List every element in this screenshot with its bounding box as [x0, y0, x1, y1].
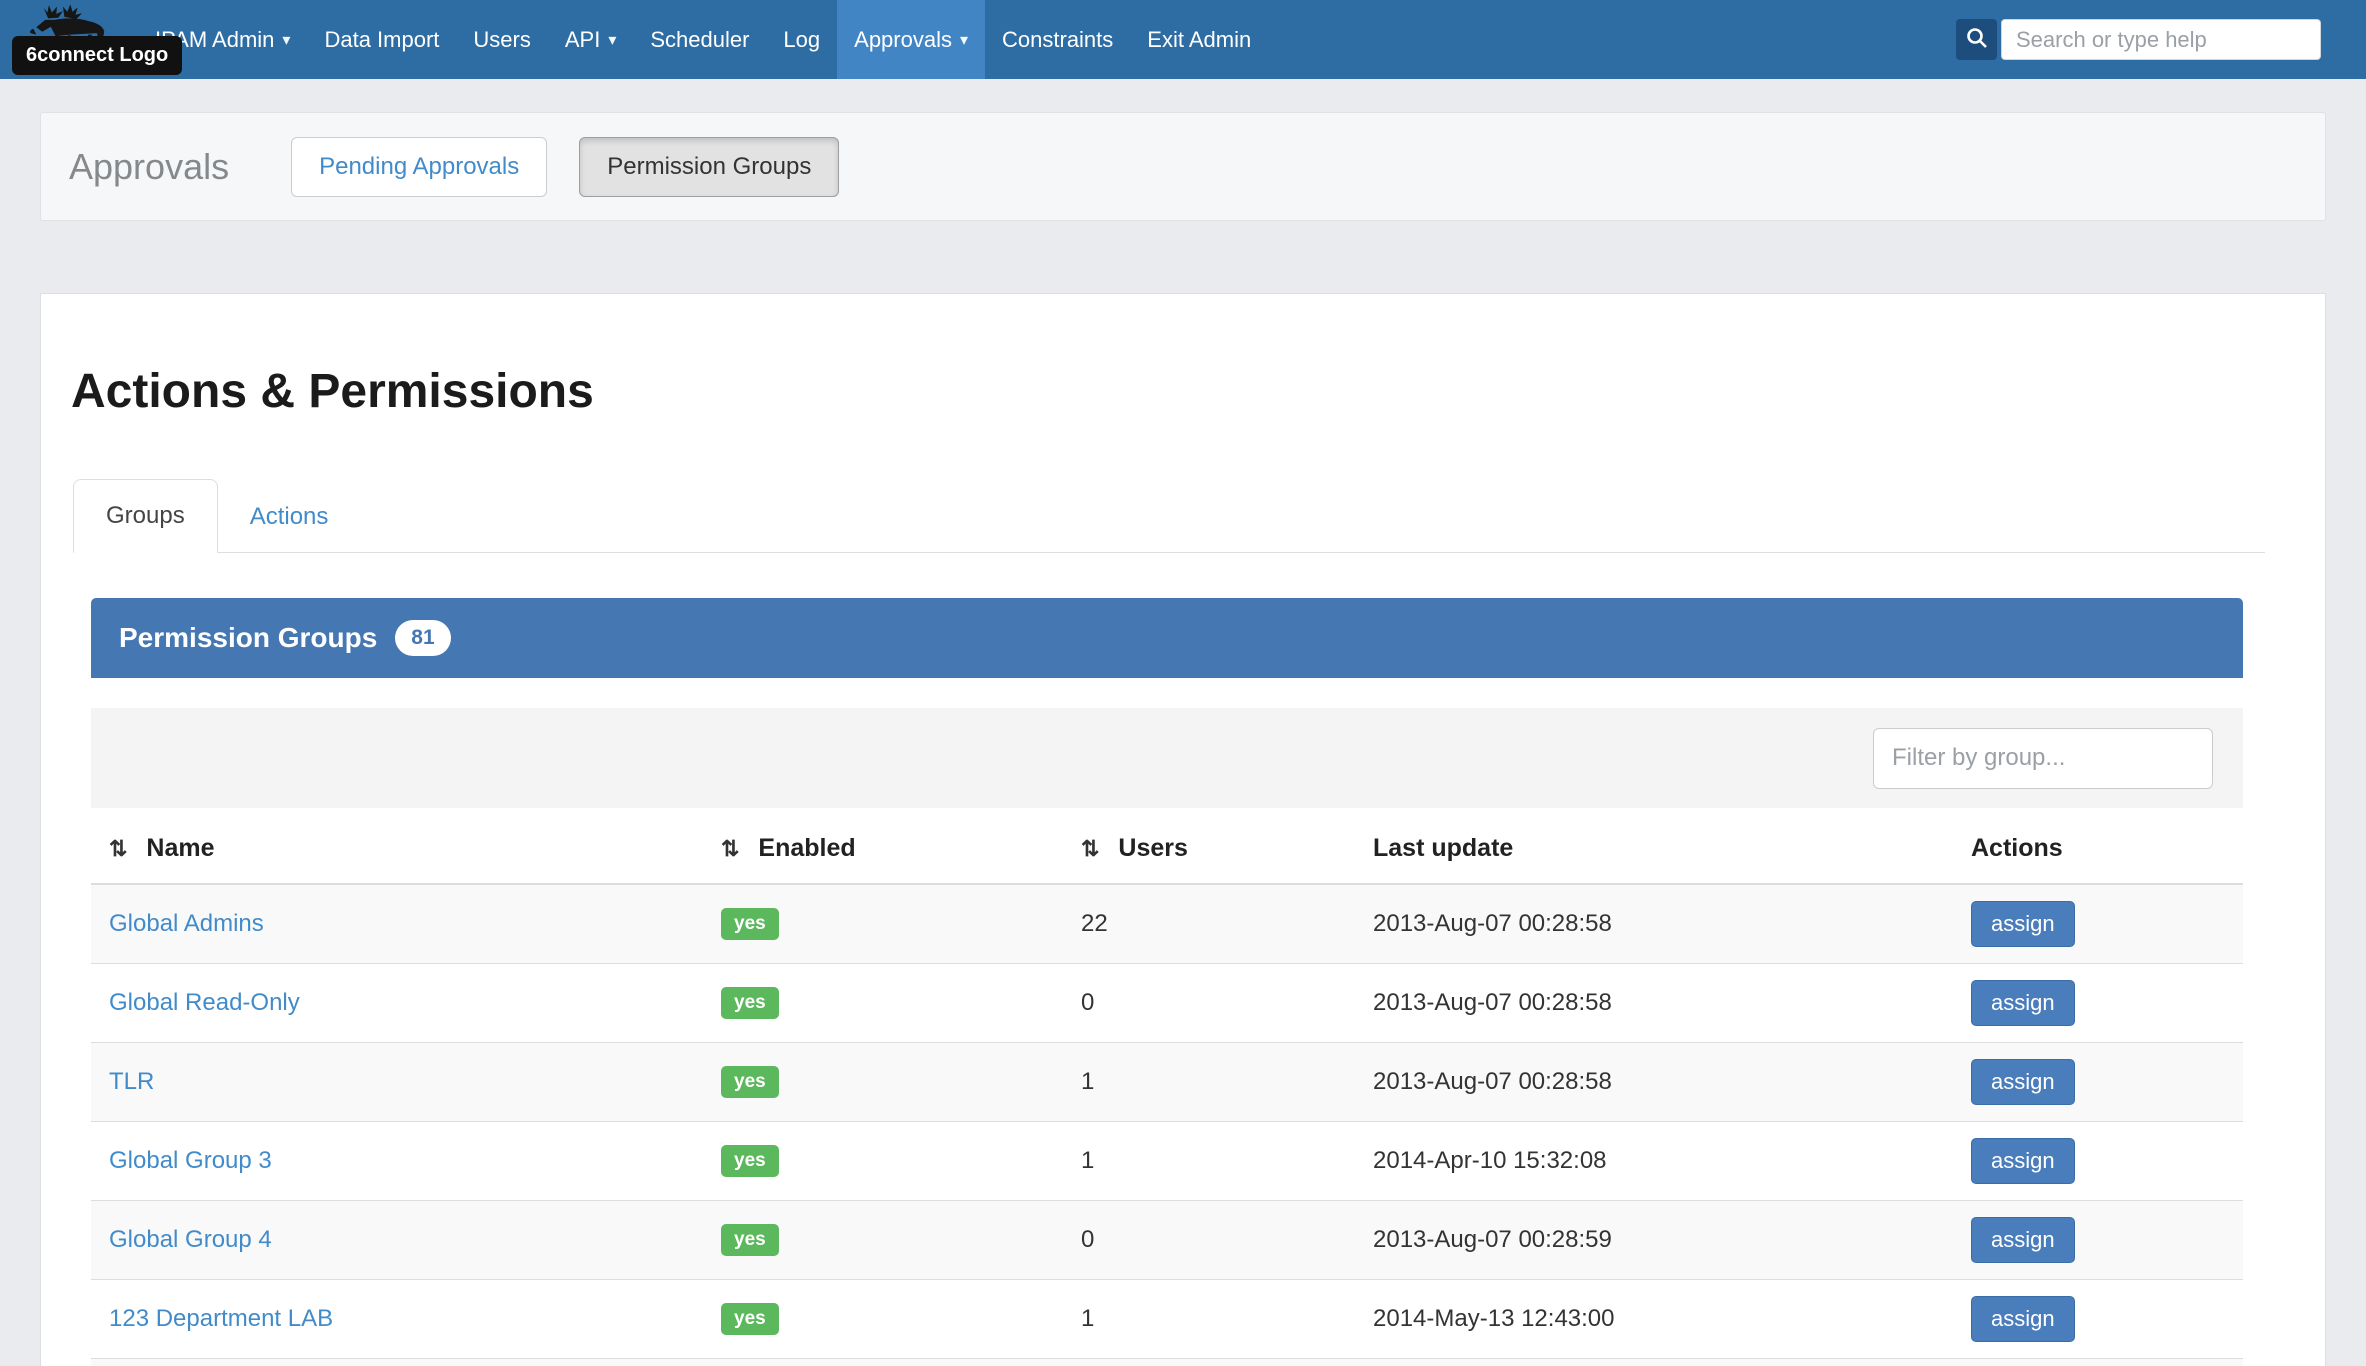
enabled-badge: yes — [721, 1224, 779, 1256]
nav-item-api[interactable]: API ▾ — [548, 0, 634, 79]
search-icon — [1965, 26, 1989, 53]
group-count-badge: 81 — [395, 620, 450, 656]
group-name-link[interactable]: Global Admins — [109, 910, 264, 937]
nav-menu: IPAM Admin ▾ Data Import Users API ▾ Sch… — [138, 0, 1268, 79]
last-update: 2013-Aug-07 00:28:59 — [1373, 1201, 1971, 1280]
users-count: 1 — [1081, 1122, 1373, 1201]
assign-button[interactable]: assign — [1971, 1059, 2075, 1105]
users-count: 0 — [1081, 1201, 1373, 1280]
tab-actions[interactable]: Actions — [218, 481, 361, 553]
enabled-badge: yes — [721, 987, 779, 1019]
nav-item-exit-admin[interactable]: Exit Admin — [1130, 0, 1268, 79]
column-header-last-update: Last update — [1373, 808, 1971, 884]
last-update: 2013-Aug-07 00:28:58 — [1373, 964, 1971, 1043]
tab-bar: Groups Actions — [73, 479, 2265, 553]
sort-icon: ⇅ — [721, 836, 739, 861]
assign-button[interactable]: assign — [1971, 1296, 2075, 1342]
nav-item-approvals[interactable]: Approvals ▾ — [837, 0, 985, 79]
logo-tooltip: 6connect Logo — [12, 36, 182, 75]
main-content-card: Actions & Permissions Groups Actions Per… — [40, 293, 2326, 1366]
last-update: 2014-May-13 12:43:00 — [1373, 1280, 1971, 1359]
nav-item-label: Scheduler — [650, 27, 749, 53]
column-header-actions: Actions — [1971, 808, 2243, 884]
nav-item-label: API — [565, 27, 600, 53]
assign-button[interactable]: assign — [1971, 1217, 2075, 1263]
sort-icon: ⇅ — [1081, 836, 1099, 861]
nav-item-log[interactable]: Log — [766, 0, 837, 79]
search-button[interactable] — [1956, 19, 1997, 60]
table-row: Global Admins yes 22 2013-Aug-07 00:28:5… — [91, 884, 2243, 964]
table-row: Global Read-Only yes 0 2013-Aug-07 00:28… — [91, 964, 2243, 1043]
group-name-link[interactable]: Global Group 4 — [109, 1226, 272, 1253]
enabled-badge: yes — [721, 908, 779, 940]
last-update: 2013-Aug-07 00:28:58 — [1373, 1043, 1971, 1122]
chevron-down-icon: ▾ — [960, 30, 968, 50]
nav-item-label: Approvals — [854, 27, 952, 53]
chevron-down-icon: ▾ — [608, 30, 616, 50]
table-row: Global Group 4 yes 0 2013-Aug-07 00:28:5… — [91, 1201, 2243, 1280]
panel-header: Permission Groups 81 — [91, 598, 2243, 678]
group-filter-input[interactable] — [1873, 728, 2213, 789]
users-count: 0 — [1081, 1359, 1373, 1366]
group-name-link[interactable]: 123 Department LAB — [109, 1305, 333, 1332]
nav-item-scheduler[interactable]: Scheduler — [633, 0, 766, 79]
search-input[interactable] — [2001, 19, 2321, 60]
nav-item-label: Log — [783, 27, 820, 53]
nav-item-users[interactable]: Users — [456, 0, 547, 79]
top-navbar: 6connect Logo IPAM Admin ▾ Data Import U… — [0, 0, 2366, 79]
nav-item-data-import[interactable]: Data Import — [307, 0, 456, 79]
table-row: Global Group 3 yes 1 2014-Apr-10 15:32:0… — [91, 1122, 2243, 1201]
column-header-users[interactable]: ⇅ Users — [1081, 808, 1373, 884]
nav-item-label: Data Import — [324, 27, 439, 53]
assign-button[interactable]: assign — [1971, 901, 2075, 947]
enabled-badge: yes — [721, 1066, 779, 1098]
column-header-enabled[interactable]: ⇅ Enabled — [721, 808, 1081, 884]
enabled-badge: yes — [721, 1145, 779, 1177]
users-count: 0 — [1081, 964, 1373, 1043]
group-name-link[interactable]: TLR — [109, 1068, 154, 1095]
group-name-link[interactable]: Global Group 3 — [109, 1147, 272, 1174]
users-count: 1 — [1081, 1043, 1373, 1122]
users-count: 1 — [1081, 1280, 1373, 1359]
nav-item-label: Users — [473, 27, 530, 53]
column-header-name[interactable]: ⇅ Name — [91, 808, 721, 884]
approvals-subheader: Approvals Pending Approvals Permission G… — [40, 112, 2326, 221]
assign-button[interactable]: assign — [1971, 980, 2075, 1026]
permission-groups-panel: Permission Groups 81 ⇅ Name ⇅ Enabled — [91, 598, 2243, 1366]
table-header-row: ⇅ Name ⇅ Enabled ⇅ Users Last update — [91, 808, 2243, 884]
panel-toolbar — [91, 708, 2243, 808]
group-name-link[interactable]: Global Read-Only — [109, 989, 300, 1016]
nav-item-label: Constraints — [1002, 27, 1113, 53]
page-title: Actions & Permissions — [71, 364, 2325, 419]
table-row: TLR yes 1 2013-Aug-07 00:28:58 assign — [91, 1043, 2243, 1122]
sort-icon: ⇅ — [109, 836, 127, 861]
chevron-down-icon: ▾ — [282, 30, 290, 50]
nav-item-label: Exit Admin — [1147, 27, 1251, 53]
last-update: 2014-Apr-10 15:32:08 — [1373, 1122, 1971, 1201]
permission-groups-table: ⇅ Name ⇅ Enabled ⇅ Users Last update — [91, 808, 2243, 1366]
table-row: 123 Department LAB yes 1 2014-May-13 12:… — [91, 1280, 2243, 1359]
nav-item-constraints[interactable]: Constraints — [985, 0, 1130, 79]
navbar-search — [1956, 19, 2321, 60]
users-count: 22 — [1081, 884, 1373, 964]
panel-title: Permission Groups — [119, 622, 377, 654]
assign-button[interactable]: assign — [1971, 1138, 2075, 1184]
subheader-title: Approvals — [69, 146, 229, 188]
enabled-badge: yes — [721, 1303, 779, 1335]
permission-groups-button[interactable]: Permission Groups — [579, 137, 839, 197]
last-update: 2013-Aug-07 00:29:00 — [1373, 1359, 1971, 1366]
last-update: 2013-Aug-07 00:28:58 — [1373, 884, 1971, 964]
tab-groups[interactable]: Groups — [73, 479, 218, 553]
table-row: Global Group 5 yes 0 2013-Aug-07 00:29:0… — [91, 1359, 2243, 1366]
pending-approvals-button[interactable]: Pending Approvals — [291, 137, 547, 197]
